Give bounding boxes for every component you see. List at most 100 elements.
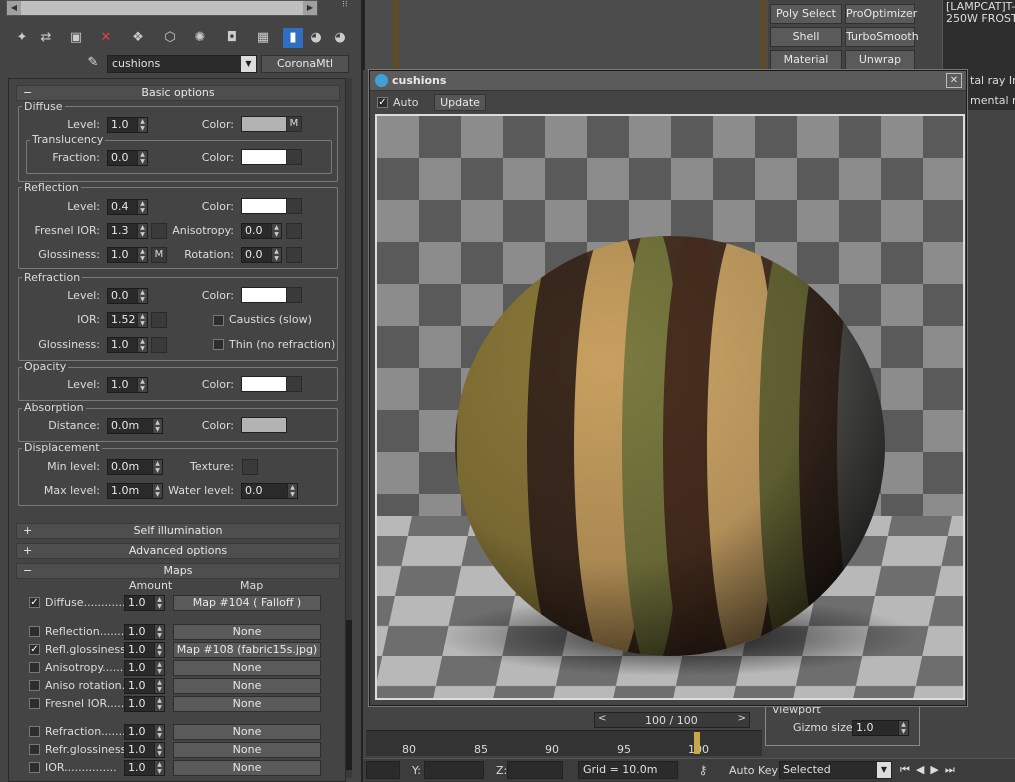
modifier-shell-button[interactable]: Shell	[770, 27, 842, 47]
reflection-level-spinner[interactable]: 0.4 ▲ ▼	[107, 199, 148, 215]
map-enable-checkbox[interactable]	[29, 726, 40, 737]
prev-frame-icon[interactable]: <	[598, 713, 606, 724]
reflection-gloss-spinner[interactable]: 1.0 ▲ ▼	[107, 247, 148, 263]
opacity-level-spinner[interactable]: 1.0 ▲ ▼	[107, 377, 148, 393]
chevron-down-icon[interactable]: ▼	[241, 56, 256, 72]
gizmo-size-spinner[interactable]: 1.0 ▲ ▼	[852, 720, 909, 736]
copy-material-icon[interactable]: ❖	[128, 28, 148, 48]
absorption-color-swatch[interactable]	[241, 417, 287, 433]
close-icon[interactable]: ✕	[946, 73, 962, 88]
selection-set-dropdown[interactable]: Selected ▼	[779, 761, 892, 779]
modifier-unwrap-button[interactable]: Unwrap UVW	[845, 50, 915, 84]
self-illumination-rollout-header[interactable]: + Self illumination	[16, 523, 340, 539]
auto-key-button[interactable]: Auto Key	[729, 764, 778, 778]
modifier-material-button[interactable]: Material	[770, 50, 842, 70]
map-enable-checkbox[interactable]	[29, 698, 40, 709]
advanced-options-rollout-header[interactable]: + Advanced options	[16, 543, 340, 559]
refraction-gloss-map-button[interactable]	[151, 337, 167, 353]
map-enable-checkbox[interactable]	[29, 762, 40, 773]
map-amount-spinner[interactable]: 1.0 ▲ ▼	[124, 642, 165, 658]
anisotropy-spinner[interactable]: 0.0 ▲ ▼	[241, 223, 282, 239]
map-enable-checkbox[interactable]: ✓	[29, 597, 40, 608]
map-amount-spinner[interactable]: 1.0 ▲ ▼	[124, 595, 165, 611]
y-coord-field[interactable]	[424, 761, 484, 779]
min-level-spinner[interactable]: 0.0m ▲ ▼	[107, 459, 163, 475]
assign-material-icon[interactable]: ▣	[66, 28, 86, 48]
map-slot-button[interactable]: None	[173, 624, 321, 640]
frame-slider[interactable]: < 100 / 100 >	[594, 712, 750, 728]
make-unique-icon[interactable]: ⬡	[160, 28, 180, 48]
map-slot-button[interactable]: None	[173, 742, 321, 758]
show-map-icon[interactable]: ▮	[283, 28, 303, 48]
thin-checkbox[interactable]	[213, 339, 224, 350]
refraction-level-spinner[interactable]: 0.0 ▲ ▼	[107, 288, 148, 304]
map-slot-button[interactable]: Map #104 ( Falloff )	[173, 595, 321, 611]
map-slot-button[interactable]: None	[173, 696, 321, 712]
resize-grip-icon[interactable]: ⁝⁝	[342, 0, 356, 14]
map-enable-checkbox[interactable]	[29, 626, 40, 637]
distance-spinner[interactable]: 0.0m ▲ ▼	[107, 418, 163, 434]
modifier-turbosmooth-button[interactable]: TurboSmooth	[845, 27, 919, 47]
map-amount-spinner[interactable]: 1.0 ▲ ▼	[124, 660, 165, 676]
playback-controls[interactable]: ⏮◀▶⏭	[900, 763, 1015, 779]
map-slot-button[interactable]: None	[173, 678, 321, 694]
material-type-button[interactable]: CoronaMtl	[261, 55, 349, 73]
diffuse-level-spinner[interactable]: 1.0 ▲ ▼	[107, 117, 148, 133]
z-coord-field[interactable]	[507, 761, 563, 779]
map-amount-spinner[interactable]: 1.0 ▲ ▼	[124, 624, 165, 640]
fraction-spinner[interactable]: 0.0 ▲ ▼	[107, 150, 148, 166]
map-enable-checkbox[interactable]	[29, 744, 40, 755]
put-to-scene-icon[interactable]: ⇄	[36, 28, 56, 48]
map-slot-button[interactable]: None	[173, 760, 321, 776]
refraction-gloss-spinner[interactable]: 1.0 ▲ ▼	[107, 337, 148, 353]
sample-slot-scrollbar[interactable]: ◀ ▶	[6, 0, 318, 16]
reset-map-icon[interactable]: ✕	[96, 28, 116, 48]
map-slot-button[interactable]: None	[173, 724, 321, 740]
reflection-map-button[interactable]	[286, 198, 302, 214]
map-amount-spinner[interactable]: 1.0 ▲ ▼	[124, 678, 165, 694]
modifier-poly-select-button[interactable]: Poly Select	[770, 4, 842, 24]
get-material-icon[interactable]: ✦	[12, 28, 32, 48]
max-level-spinner[interactable]: 1.0m ▲ ▼	[107, 483, 163, 499]
map-enable-checkbox[interactable]	[29, 680, 40, 691]
scroll-right-icon[interactable]: ▶	[303, 1, 317, 15]
translucency-map-button[interactable]	[286, 149, 302, 165]
put-to-library-icon[interactable]: ✺	[190, 28, 210, 48]
go-to-parent-icon[interactable]: ◕	[330, 28, 350, 48]
fresnel-ior-spinner[interactable]: 1.3 ▲ ▼	[107, 223, 148, 239]
next-frame-icon[interactable]: >	[738, 713, 746, 724]
rotation-spinner[interactable]: 0.0 ▲ ▼	[241, 247, 282, 263]
preview-title-bar[interactable]: cushions ✕	[370, 71, 966, 91]
water-level-spinner[interactable]: 0.0 ▲ ▼	[241, 483, 298, 499]
scroll-left-icon[interactable]: ◀	[7, 1, 21, 15]
opacity-map-button[interactable]	[286, 376, 302, 392]
map-enable-checkbox[interactable]: ✓	[29, 644, 40, 655]
show-end-result-icon[interactable]: ◕	[306, 28, 326, 48]
map-amount-spinner[interactable]: 1.0 ▲ ▼	[124, 760, 165, 776]
basic-options-rollout-header[interactable]: − Basic options	[16, 85, 340, 101]
modifier-prooptimizer-button[interactable]: ProOptimizer	[845, 4, 917, 24]
diffuse-map-button[interactable]: M	[286, 116, 302, 132]
scrollbar-thumb[interactable]	[346, 620, 352, 770]
time-slider-marker[interactable]	[694, 732, 700, 754]
rotation-map-button[interactable]	[286, 247, 302, 263]
ior-spinner[interactable]: 1.52 ▲ ▼	[107, 312, 148, 328]
material-name-field[interactable]: cushions ▼	[107, 55, 257, 73]
update-button[interactable]: Update	[434, 94, 486, 111]
translucency-color-swatch[interactable]	[241, 149, 287, 165]
eyedropper-icon[interactable]: ✎	[84, 55, 102, 73]
key-icon[interactable]: ⚷	[690, 763, 716, 779]
diffuse-color-swatch[interactable]	[241, 116, 287, 132]
auto-checkbox[interactable]: ✓	[377, 97, 388, 108]
anisotropy-map-button[interactable]	[286, 223, 302, 239]
refraction-map-button[interactable]	[286, 287, 302, 303]
opacity-color-swatch[interactable]	[241, 376, 287, 392]
refraction-color-swatch[interactable]	[241, 287, 287, 303]
map-amount-spinner[interactable]: 1.0 ▲ ▼	[124, 696, 165, 712]
displacement-texture-button[interactable]	[242, 459, 258, 475]
ior-map-button[interactable]	[151, 312, 167, 328]
x-coord-field[interactable]	[366, 761, 400, 779]
show-background-icon[interactable]: ▦	[253, 28, 273, 48]
reflection-color-swatch[interactable]	[241, 198, 287, 214]
map-amount-spinner[interactable]: 1.0 ▲ ▼	[124, 742, 165, 758]
